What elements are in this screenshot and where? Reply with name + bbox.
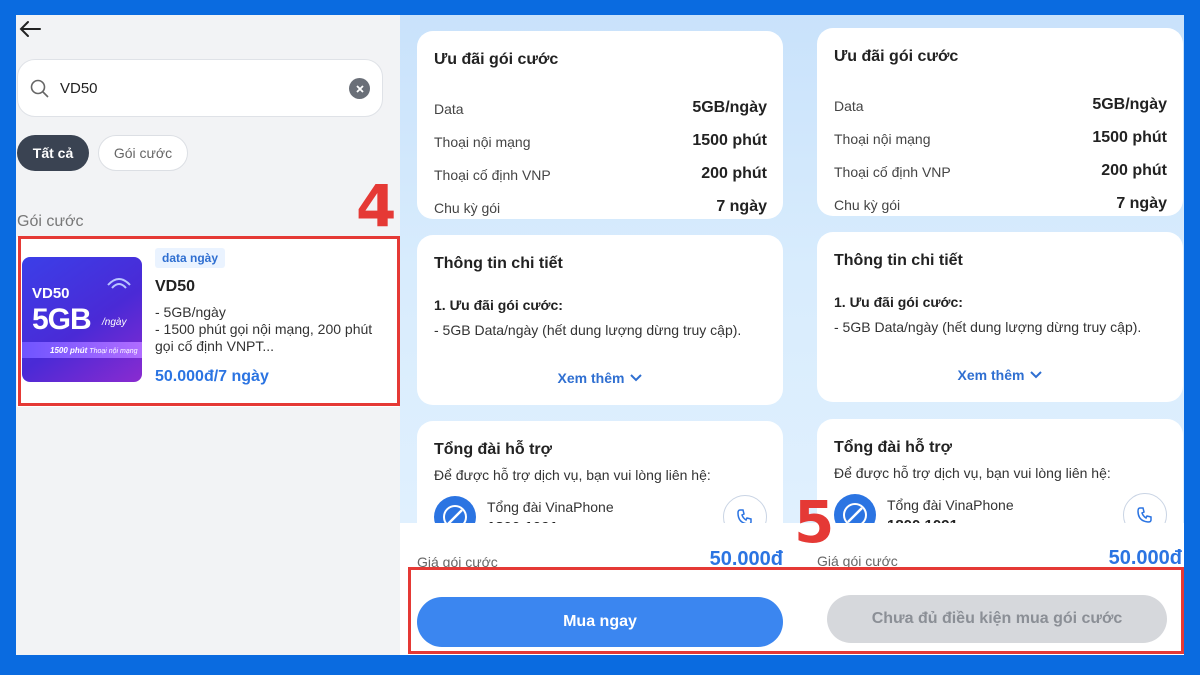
offer-value: 200 phút <box>701 165 767 182</box>
offer-row: Thoại nội mạng 1500 phút <box>834 129 1167 151</box>
app-frame: VD50 Tất cả Gói cước Gói cước VD50 5GB /… <box>16 15 1184 655</box>
offer-label: Data <box>434 101 464 117</box>
support-title: Tổng đài hỗ trợ <box>834 439 953 456</box>
chevron-down-icon <box>1030 366 1043 382</box>
highlight-box-buttons <box>408 567 1184 654</box>
step-number-5: 5 <box>794 488 835 556</box>
details-title: Thông tin chi tiết <box>834 252 963 269</box>
offer-label: Thoại cố định VNP <box>834 164 951 180</box>
see-more-label: Xem thêm <box>957 367 1025 383</box>
search-input[interactable]: VD50 <box>17 59 383 117</box>
offer-title: Ưu đãi gói cước <box>834 48 959 65</box>
see-more-link[interactable]: Xem thêm <box>817 366 1183 383</box>
offer-value: 200 phút <box>1101 162 1167 179</box>
offer-value: 7 ngày <box>1116 195 1167 212</box>
offer-card: Ưu đãi gói cước Data 5GB/ngày Thoại nội m… <box>817 28 1183 216</box>
section-label: Gói cước <box>17 213 84 230</box>
offer-label: Data <box>834 98 864 114</box>
offer-value: 7 ngày <box>716 198 767 215</box>
offer-value: 5GB/ngày <box>1092 96 1167 113</box>
offer-row: Data 5GB/ngày <box>834 96 1167 118</box>
filter-all-chip[interactable]: Tất cả <box>17 135 89 171</box>
support-subtitle: Để được hỗ trợ dịch vụ, bạn vui lòng liê… <box>834 465 1111 481</box>
offer-label: Chu kỳ gói <box>834 197 901 213</box>
offer-label: Thoại nội mạng <box>434 134 531 150</box>
hotline-name: Tổng đài VinaPhone <box>487 499 614 515</box>
detail-panels: Ưu đãi gói cước Data 5GB/ngày Thoại nội m… <box>400 15 1184 655</box>
details-line: - 5GB Data/ngày (hết dung lượng dừng tru… <box>834 319 1142 335</box>
offer-row: Data 5GB/ngày <box>434 99 767 121</box>
search-icon <box>30 79 50 104</box>
support-title: Tổng đài hỗ trợ <box>434 441 553 458</box>
offer-row: Chu kỳ gói 7 ngày <box>434 198 767 220</box>
details-line: - 5GB Data/ngày (hết dung lượng dừng tru… <box>434 322 742 338</box>
details-heading: 1. Ưu đãi gói cước: <box>434 297 563 313</box>
offer-value: 1500 phút <box>692 132 767 149</box>
support-subtitle: Để được hỗ trợ dịch vụ, bạn vui lòng liê… <box>434 467 711 483</box>
highlight-box-product <box>18 236 400 406</box>
offer-title: Ưu đãi gói cước <box>434 51 559 68</box>
details-title: Thông tin chi tiết <box>434 255 563 272</box>
details-heading: 1. Ưu đãi gói cước: <box>834 294 963 310</box>
offer-label: Thoại cố định VNP <box>434 167 551 183</box>
search-value: VD50 <box>60 80 98 97</box>
see-more-link[interactable]: Xem thêm <box>417 369 783 386</box>
see-more-label: Xem thêm <box>557 370 625 386</box>
offer-row: Thoại nội mạng 1500 phút <box>434 132 767 154</box>
offer-value: 5GB/ngày <box>692 99 767 116</box>
offer-row: Chu kỳ gói 7 ngày <box>834 195 1167 217</box>
chevron-down-icon <box>630 369 643 385</box>
details-card: Thông tin chi tiết 1. Ưu đãi gói cước: -… <box>417 235 783 405</box>
offer-row: Thoại cố định VNP 200 phút <box>834 162 1167 184</box>
filter-packages-chip[interactable]: Gói cước <box>98 135 188 171</box>
offer-value: 1500 phút <box>1092 129 1167 146</box>
offer-card: Ưu đãi gói cước Data 5GB/ngày Thoại nội m… <box>417 31 783 219</box>
offer-label: Thoại nội mạng <box>834 131 931 147</box>
offer-label: Chu kỳ gói <box>434 200 501 216</box>
clear-icon[interactable] <box>349 78 370 99</box>
hotline-name: Tổng đài VinaPhone <box>887 497 1014 513</box>
offer-row: Thoại cố định VNP 200 phút <box>434 165 767 187</box>
back-arrow-icon[interactable] <box>18 17 42 41</box>
details-card: Thông tin chi tiết 1. Ưu đãi gói cước: -… <box>817 232 1183 402</box>
step-number-4: 4 <box>356 172 397 240</box>
